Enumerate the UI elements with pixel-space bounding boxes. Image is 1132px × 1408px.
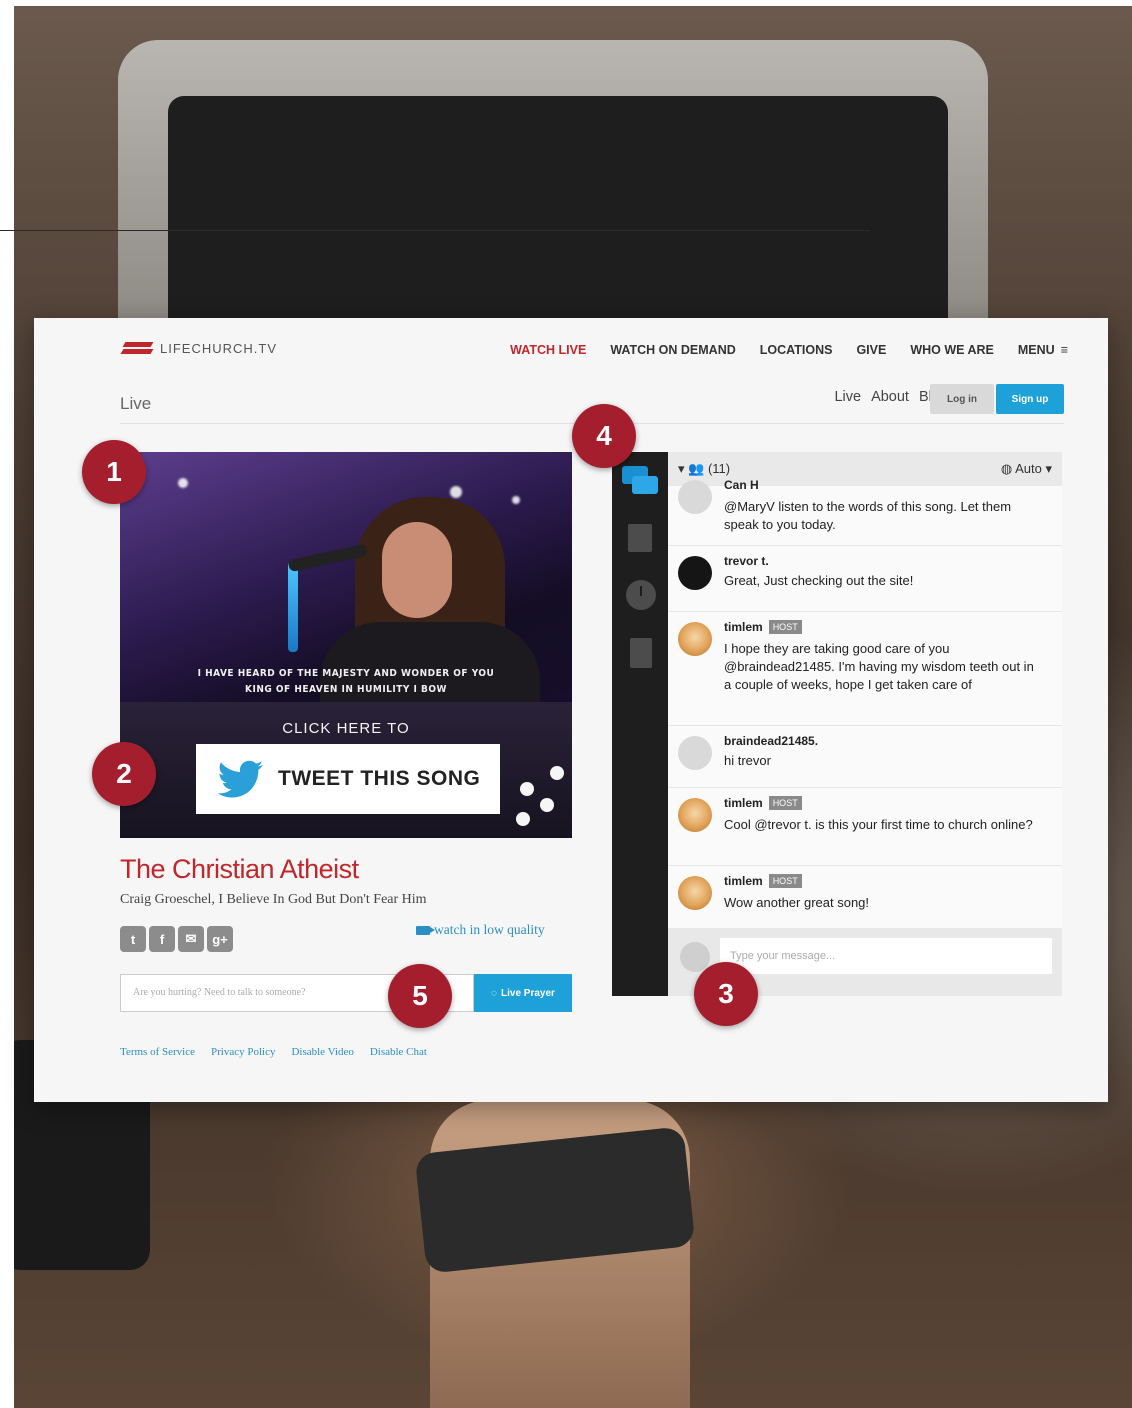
church-online-page: LIFECHURCH.TV WATCH LIVE WATCH ON DEMAND…	[34, 318, 1108, 1102]
subnav-about[interactable]: About	[871, 389, 909, 405]
nav-watch-live[interactable]: WATCH LIVE	[510, 343, 586, 357]
live-prayer-button[interactable]: ◌ Live Prayer	[474, 974, 572, 1012]
low-quality-label: watch in low quality	[434, 922, 545, 937]
avatar	[678, 480, 712, 514]
chat-message-input[interactable]: Type your message...	[720, 938, 1052, 974]
logo-text: LIFECHURCH.TV	[160, 340, 278, 356]
clock-icon[interactable]	[622, 578, 658, 614]
stage-light	[178, 478, 188, 488]
disable-video-link[interactable]: Disable Video	[291, 1046, 353, 1058]
lyrics-line-1: I HAVE HEARD OF THE MAJESTY AND WONDER O…	[197, 668, 495, 679]
logo[interactable]: LIFECHURCH.TV	[120, 340, 277, 356]
callout-line	[0, 230, 870, 231]
nav-menu-label: MENU	[1017, 343, 1055, 357]
callout-marker-3: 3	[694, 962, 758, 1026]
chat-message: braindead21485. hi trevor	[668, 726, 1062, 788]
chat-author: braindead21485.	[724, 734, 819, 748]
chat-author: trevor t.	[724, 554, 769, 568]
share-icons: t f ✉ g+	[120, 926, 233, 952]
nav-watch-on-demand[interactable]: WATCH ON DEMAND	[610, 343, 735, 357]
disable-chat-link[interactable]: Disable Chat	[370, 1046, 427, 1058]
avatar	[680, 942, 710, 972]
list-icon[interactable]	[622, 520, 658, 556]
callout-marker-2: 2	[92, 742, 156, 806]
chat-author: timlem HOST	[724, 874, 802, 888]
lyrics-overlay: I HAVE HEARD OF THE MAJESTY AND WONDER O…	[120, 666, 572, 698]
logo-mark-icon	[120, 340, 154, 356]
nav-give[interactable]: GIVE	[856, 343, 886, 357]
lyrics-line-2: KING OF HEAVEN IN HUMILITY I BOW	[245, 684, 447, 695]
twitter-bird-icon	[218, 760, 263, 798]
video-player[interactable]: I HAVE HEARD OF THE MAJESTY AND WONDER O…	[120, 452, 572, 838]
nav-locations[interactable]: LOCATIONS	[760, 343, 833, 357]
main-nav: WATCH LIVE WATCH ON DEMAND LOCATIONS GIV…	[510, 343, 1068, 357]
chat-author: timlem HOST	[724, 620, 802, 634]
terms-link[interactable]: Terms of Service	[120, 1046, 195, 1058]
chat-message: Can H @MaryV listen to the words of this…	[668, 470, 1062, 546]
notes-icon[interactable]	[622, 636, 658, 672]
low-quality-link[interactable]: watch in low quality	[416, 922, 545, 938]
stage-light	[512, 496, 520, 504]
callout-marker-4: 4	[572, 404, 636, 468]
nav-menu[interactable]: MENU ≡	[1018, 343, 1068, 357]
chat-author-name: timlem	[724, 796, 763, 810]
host-badge: HOST	[768, 796, 802, 810]
sidebar	[612, 452, 668, 996]
tweet-prompt: CLICK HERE TO	[282, 720, 410, 737]
chat-message: trevor t. Great, Just checking out the s…	[668, 546, 1062, 612]
chat-author-name: timlem	[724, 620, 763, 634]
footer-links: Terms of Service Privacy Policy Disable …	[120, 1046, 427, 1058]
email-icon[interactable]: ✉	[178, 926, 204, 952]
video-camera-icon	[416, 925, 435, 935]
chat-message: timlem HOST Cool @trevor t. is this your …	[668, 788, 1062, 866]
top-navigation: LIFECHURCH.TV WATCH LIVE WATCH ON DEMAND…	[34, 318, 1108, 380]
tweet-label: TWEET THIS SONG	[278, 767, 481, 790]
singer-face	[382, 522, 452, 618]
chat-message: timlem HOST I hope they are taking good c…	[668, 612, 1062, 726]
live-prayer-label: Live Prayer	[501, 987, 555, 999]
nav-who-we-are[interactable]: WHO WE ARE	[910, 343, 994, 357]
callout-marker-1: 1	[82, 440, 146, 504]
left-border	[0, 0, 14, 1408]
avatar	[678, 798, 712, 832]
google-plus-icon[interactable]: g+	[207, 926, 233, 952]
chat-text: Cool @trevor t. is this your first time …	[724, 817, 1033, 832]
chat-text: I hope they are taking good care of you …	[724, 641, 1034, 692]
speech-bubble-icon: ◌	[491, 987, 497, 999]
chat-text: Great, Just checking out the site!	[724, 573, 914, 588]
top-border	[0, 0, 1132, 6]
chat-text: hi trevor	[724, 753, 771, 768]
sermon-title: The Christian Atheist	[120, 854, 359, 884]
host-badge: HOST	[768, 874, 802, 888]
avatar	[678, 876, 712, 910]
laptop-screen	[168, 96, 948, 356]
chat-author: Can H	[724, 478, 759, 492]
stage-light	[450, 486, 462, 498]
chat-icon[interactable]	[622, 462, 658, 498]
host-badge: HOST	[768, 620, 802, 634]
login-button[interactable]: Log in	[930, 384, 994, 414]
stage-light-bar	[288, 562, 298, 652]
avatar	[678, 556, 712, 590]
chat-text: @MaryV listen to the words of this song.…	[724, 499, 1012, 532]
signup-button[interactable]: Sign up	[996, 384, 1064, 414]
chat-panel: ▾ 👥 (11) ◍ Auto ▾ Can H @MaryV listen to…	[668, 452, 1062, 996]
privacy-link[interactable]: Privacy Policy	[211, 1046, 275, 1058]
chat-message: timlem HOST Wow another great song!	[668, 866, 1062, 928]
chat-author: timlem HOST	[724, 796, 802, 810]
tweet-this-song-button[interactable]: TWEET THIS SONG	[196, 744, 500, 814]
facebook-icon[interactable]: f	[149, 926, 175, 952]
tweet-banner[interactable]: CLICK HERE TO TWEET THIS SONG	[120, 702, 572, 838]
avatar	[678, 622, 712, 656]
subnav-live[interactable]: Live	[834, 389, 861, 405]
hamburger-icon: ≡	[1060, 343, 1068, 357]
sermon-subtitle: Craig Groeschel, I Believe In God But Do…	[120, 892, 427, 907]
chat-text: Wow another great song!	[724, 895, 870, 910]
avatar	[678, 736, 712, 770]
chat-author-name: timlem	[724, 874, 763, 888]
page-title: Live	[120, 394, 152, 413]
twitter-icon[interactable]: t	[120, 926, 146, 952]
callout-marker-5: 5	[388, 964, 452, 1028]
